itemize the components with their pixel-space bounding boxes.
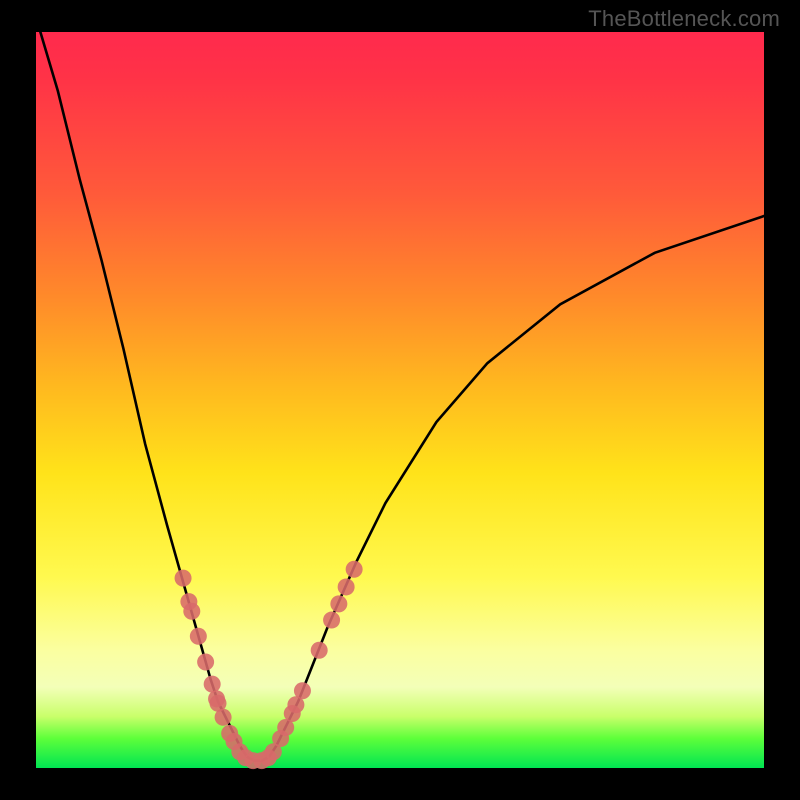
sample-point xyxy=(338,578,355,595)
sample-points xyxy=(175,561,363,769)
sample-point xyxy=(215,709,232,726)
sample-point xyxy=(323,612,340,629)
bottleneck-curve xyxy=(36,17,764,760)
sample-point xyxy=(311,642,328,659)
curve-layer xyxy=(36,32,764,768)
sample-point xyxy=(190,628,207,645)
sample-point xyxy=(346,561,363,578)
sample-point xyxy=(183,603,200,620)
sample-point xyxy=(204,676,221,693)
watermark-text: TheBottleneck.com xyxy=(588,6,780,32)
chart-frame: TheBottleneck.com xyxy=(0,0,800,800)
sample-point xyxy=(294,682,311,699)
sample-point xyxy=(175,570,192,587)
sample-point xyxy=(330,595,347,612)
plot-area xyxy=(36,32,764,768)
sample-point xyxy=(197,654,214,671)
